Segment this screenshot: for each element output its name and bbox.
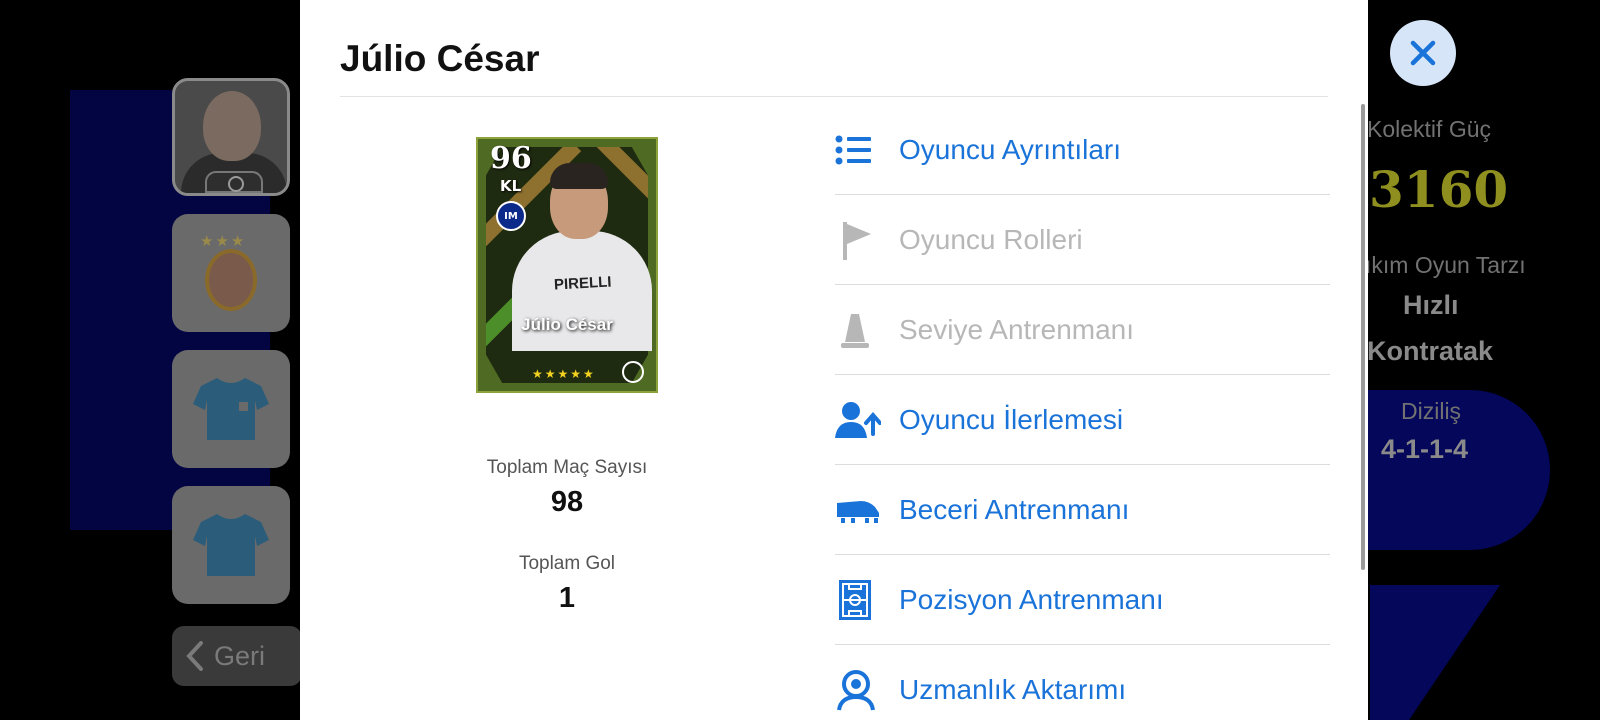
club-stars-icon: ★★★	[200, 232, 247, 250]
efootball-logo-icon	[622, 361, 644, 383]
coach-head	[203, 91, 261, 161]
menu-item-player-progress[interactable]: Oyuncu İlerlemesi	[835, 375, 1330, 465]
playstyle-label: ıkım Oyun Tarzı	[1365, 252, 1526, 278]
squad-side-panel: ★★★	[172, 78, 292, 622]
list-icon	[835, 128, 899, 172]
menu-label-position-training: Pozisyon Antrenmanı	[899, 583, 1164, 615]
coach-portrait[interactable]	[172, 78, 290, 196]
menu-item-skill-training[interactable]: Beceri Antrenmanı	[835, 465, 1330, 555]
team-power-value: 3160	[1369, 160, 1509, 219]
pitch-icon	[835, 578, 899, 622]
player-progress-icon	[835, 398, 899, 442]
player-action-menu: Oyuncu Ayrıntıları Oyuncu Rolleri Seviye…	[835, 105, 1330, 720]
expert-icon	[835, 668, 899, 712]
close-icon	[1410, 40, 1436, 66]
inter-crest-icon: IM	[496, 201, 526, 231]
menu-label-expertise-transfer: Uzmanlık Aktarımı	[899, 674, 1127, 705]
menu-label-player-progress: Oyuncu İlerlemesi	[899, 403, 1124, 435]
menu-label-level-training: Seviye Antrenmanı	[899, 313, 1135, 345]
player-name-title: Júlio César	[340, 38, 540, 79]
menu-item-position-training[interactable]: Pozisyon Antrenmanı	[835, 555, 1330, 645]
player-hair	[550, 163, 608, 189]
cone-icon	[835, 308, 899, 352]
close-button[interactable]	[1390, 20, 1456, 86]
back-button[interactable]: Geri	[172, 626, 302, 686]
menu-scrollbar[interactable]	[1361, 104, 1365, 570]
team-power-label: Kolektif Güç	[1367, 116, 1491, 142]
total-goals-label: Toplam Gol	[518, 553, 616, 574]
card-rating: 96	[490, 141, 532, 176]
card-player-name: Júlio César	[521, 315, 613, 334]
club-emblem-tile[interactable]: ★★★	[172, 214, 290, 332]
playstyle-value-line2: Kontratak	[1367, 336, 1494, 366]
menu-item-expertise-transfer[interactable]: Uzmanlık Aktarımı	[835, 645, 1330, 720]
player-options-modal: Júlio César PIRELLI 96 KL IM Júlio César…	[300, 0, 1368, 720]
menu-label-skill-training: Beceri Antrenmanı	[899, 493, 1130, 525]
menu-item-player-details[interactable]: Oyuncu Ayrıntıları	[835, 105, 1330, 195]
menu-item-player-roles[interactable]: Oyuncu Rolleri	[835, 195, 1330, 285]
playstyle-value-line1: Hızlı	[1403, 290, 1459, 320]
total-matches-value: 98	[550, 486, 584, 518]
divider	[340, 96, 1328, 97]
club-emblem-icon	[205, 249, 257, 311]
card-stars: ★★★★★	[532, 367, 596, 381]
card-position: KL	[500, 177, 522, 195]
menu-label-player-roles: Oyuncu Rolleri	[899, 223, 1083, 255]
formation-value: 4-1-1-4	[1381, 434, 1469, 464]
league-badge-icon	[205, 171, 263, 193]
away-kit-tile[interactable]	[172, 486, 290, 604]
chevron-left-icon	[186, 641, 203, 671]
menu-item-level-training[interactable]: Seviye Antrenmanı	[835, 285, 1330, 375]
player-card[interactable]: PIRELLI 96 KL IM Júlio César ★★★★★	[476, 137, 658, 393]
total-matches-label: Toplam Maç Sayısı	[486, 457, 648, 478]
background-decoration	[1370, 585, 1500, 720]
flag-icon	[835, 218, 899, 262]
back-label: Geri	[214, 640, 266, 671]
boot-icon	[835, 488, 899, 532]
away-kit-icon	[193, 514, 269, 576]
card-sponsor-text: PIRELLI	[553, 273, 612, 294]
menu-label-player-details: Oyuncu Ayrıntıları	[899, 133, 1122, 165]
total-goals-value: 1	[558, 582, 576, 614]
home-kit-tile[interactable]	[172, 350, 290, 468]
formation-label: Diziliş	[1401, 398, 1462, 424]
home-kit-icon	[193, 378, 269, 440]
